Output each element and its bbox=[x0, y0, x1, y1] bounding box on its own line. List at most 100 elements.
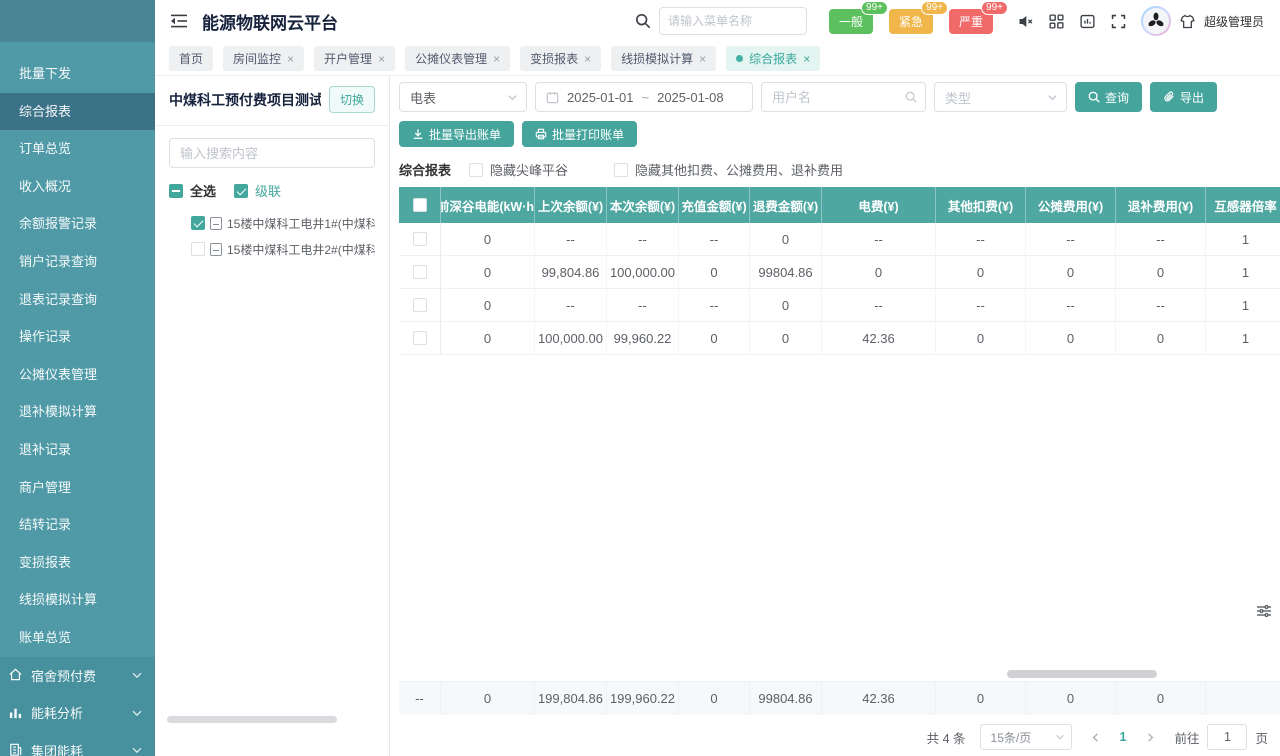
tree-item[interactable]: 15楼中煤科工电井2#(中煤科工工程咨询 bbox=[169, 236, 375, 262]
sidebar-item[interactable]: 销户记录查询 bbox=[0, 243, 155, 281]
hide-other-fees-checkbox[interactable] bbox=[614, 163, 628, 177]
type-select[interactable]: 类型 bbox=[934, 82, 1067, 112]
user-role-label[interactable]: 超级管理员 bbox=[1204, 13, 1264, 30]
hide-peak-valley-option[interactable]: 隐藏尖峰平谷 bbox=[469, 160, 568, 179]
sidebar-item[interactable]: 变损报表 bbox=[0, 544, 155, 582]
next-page-button[interactable] bbox=[1140, 732, 1160, 743]
summary-cell: 99804.86 bbox=[750, 682, 822, 715]
close-icon[interactable]: × bbox=[493, 52, 500, 66]
tab-label: 首页 bbox=[179, 50, 203, 67]
switch-project-button[interactable]: 切换 bbox=[329, 86, 375, 113]
fullscreen-icon[interactable] bbox=[1110, 13, 1127, 30]
menu-search-input[interactable] bbox=[659, 7, 807, 35]
export-button[interactable]: 导出 bbox=[1150, 82, 1217, 112]
close-icon[interactable]: × bbox=[584, 52, 591, 66]
date-separator: ~ bbox=[642, 90, 650, 105]
alert-badge[interactable]: 紧急99+ bbox=[889, 9, 933, 34]
sidebar-item[interactable]: 公摊仪表管理 bbox=[0, 356, 155, 394]
prev-page-button[interactable] bbox=[1086, 732, 1106, 743]
hide-other-fees-option[interactable]: 隐藏其他扣费、公摊费用、退补费用 bbox=[614, 160, 843, 179]
tab[interactable]: 开户管理× bbox=[314, 46, 395, 71]
skin-theme-icon[interactable] bbox=[1179, 13, 1196, 30]
tab[interactable]: 综合报表× bbox=[726, 46, 820, 71]
sidebar-section[interactable]: 能耗分析 bbox=[0, 694, 155, 732]
sidebar-section-label: 宿舍预付费 bbox=[31, 666, 131, 685]
sidebar-item[interactable]: 综合报表 bbox=[0, 93, 155, 131]
batch-export-label: 批量导出账单 bbox=[429, 126, 501, 143]
sidebar-section[interactable]: 宿舍预付费 bbox=[0, 657, 155, 695]
query-button[interactable]: 查询 bbox=[1075, 82, 1142, 112]
sidebar-item[interactable]: 账单总览 bbox=[0, 619, 155, 657]
table-cell: 99,960.22 bbox=[607, 322, 679, 354]
mute-icon[interactable] bbox=[1017, 13, 1034, 30]
sidebar-item[interactable]: 余额报警记录 bbox=[0, 205, 155, 243]
table-horizontal-scrollbar[interactable] bbox=[1007, 670, 1157, 678]
page-size-select[interactable]: 15条/页 bbox=[980, 724, 1072, 750]
layout-grid-icon[interactable] bbox=[1048, 13, 1065, 30]
tree-item-checkbox[interactable] bbox=[191, 216, 205, 230]
row-checkbox[interactable] bbox=[413, 298, 427, 312]
table-cell: 42.36 bbox=[822, 322, 936, 354]
table-cell: 0 bbox=[936, 256, 1026, 288]
tree-search-input[interactable] bbox=[169, 138, 375, 168]
meter-icon bbox=[210, 243, 222, 256]
sidebar-item[interactable]: 商户管理 bbox=[0, 469, 155, 507]
sidebar-item[interactable]: 操作记录 bbox=[0, 318, 155, 356]
sidebar-item[interactable]: 退补模拟计算 bbox=[0, 393, 155, 431]
cascade-label[interactable]: 级联 bbox=[255, 181, 281, 200]
sidebar-item[interactable]: 结转记录 bbox=[0, 506, 155, 544]
row-checkbox-cell bbox=[399, 223, 441, 255]
printer-icon bbox=[535, 128, 547, 140]
column-header: 充值金额(¥) bbox=[679, 187, 750, 223]
goto-page-input[interactable] bbox=[1207, 724, 1247, 750]
close-icon[interactable]: × bbox=[378, 52, 385, 66]
meter-type-select[interactable]: 电表 bbox=[399, 82, 527, 112]
batch-export-bills-button[interactable]: 批量导出账单 bbox=[399, 121, 514, 147]
query-button-label: 查询 bbox=[1105, 89, 1129, 106]
select-all-label[interactable]: 全选 bbox=[190, 181, 216, 200]
row-checkbox[interactable] bbox=[413, 265, 427, 279]
tab[interactable]: 变损报表× bbox=[520, 46, 601, 71]
row-checkbox[interactable] bbox=[413, 331, 427, 345]
tab[interactable]: 线损模拟计算× bbox=[611, 46, 716, 71]
column-settings-icon[interactable] bbox=[1256, 603, 1272, 619]
panel-horizontal-scrollbar[interactable] bbox=[167, 716, 337, 723]
close-icon[interactable]: × bbox=[699, 52, 706, 66]
close-icon[interactable]: × bbox=[287, 52, 294, 66]
alert-badge[interactable]: 严重99+ bbox=[949, 9, 993, 34]
row-checkbox-cell bbox=[399, 289, 441, 321]
alert-badge[interactable]: 一般99+ bbox=[829, 9, 873, 34]
username-input[interactable] bbox=[772, 90, 905, 105]
main-content: 电表 2025-01-01 ~ 2025-01-08 类型 查询 bbox=[391, 76, 1280, 756]
batch-print-bills-button[interactable]: 批量打印账单 bbox=[522, 121, 637, 147]
project-panel: 中煤科工预付费项目测试 切换 全选 级联 15楼中煤科工电井1#(中煤科工工程咨… bbox=[155, 76, 390, 756]
collapse-menu-icon[interactable] bbox=[169, 13, 189, 29]
table-cell: 0 bbox=[750, 289, 822, 321]
table-cell: -- bbox=[1026, 289, 1116, 321]
total-count-label: 共 4 条 bbox=[927, 728, 966, 747]
sidebar-item[interactable]: 订单总览 bbox=[0, 130, 155, 168]
tab[interactable]: 公摊仪表管理× bbox=[405, 46, 510, 71]
sidebar-item[interactable]: 线损模拟计算 bbox=[0, 581, 155, 619]
tree-item[interactable]: 15楼中煤科工电井1#(中煤科工工程咨询 bbox=[169, 210, 375, 236]
cascade-checkbox[interactable] bbox=[234, 184, 248, 198]
sidebar-item[interactable]: 批量下发 bbox=[0, 55, 155, 93]
tab[interactable]: 首页 bbox=[169, 46, 213, 71]
table-cell: 0 bbox=[441, 289, 535, 321]
row-checkbox[interactable] bbox=[413, 232, 427, 246]
search-icon[interactable] bbox=[635, 13, 651, 29]
select-all-checkbox[interactable] bbox=[169, 184, 183, 198]
monitor-icon[interactable] bbox=[1079, 13, 1096, 30]
close-icon[interactable]: × bbox=[803, 52, 810, 66]
tree-item-checkbox[interactable] bbox=[191, 242, 205, 256]
sidebar-item[interactable]: 收入概况 bbox=[0, 168, 155, 206]
hide-peak-valley-checkbox[interactable] bbox=[469, 163, 483, 177]
sidebar-item[interactable]: 退表记录查询 bbox=[0, 281, 155, 319]
date-range-picker[interactable]: 2025-01-01 ~ 2025-01-08 bbox=[535, 82, 753, 112]
avatar[interactable] bbox=[1141, 6, 1171, 36]
sidebar-section[interactable]: 集团能耗 bbox=[0, 732, 155, 756]
tab[interactable]: 房间监控× bbox=[223, 46, 304, 71]
header-select-all-checkbox[interactable] bbox=[413, 198, 427, 212]
sidebar-item[interactable]: 退补记录 bbox=[0, 431, 155, 469]
current-page-number[interactable]: 1 bbox=[1120, 730, 1127, 744]
